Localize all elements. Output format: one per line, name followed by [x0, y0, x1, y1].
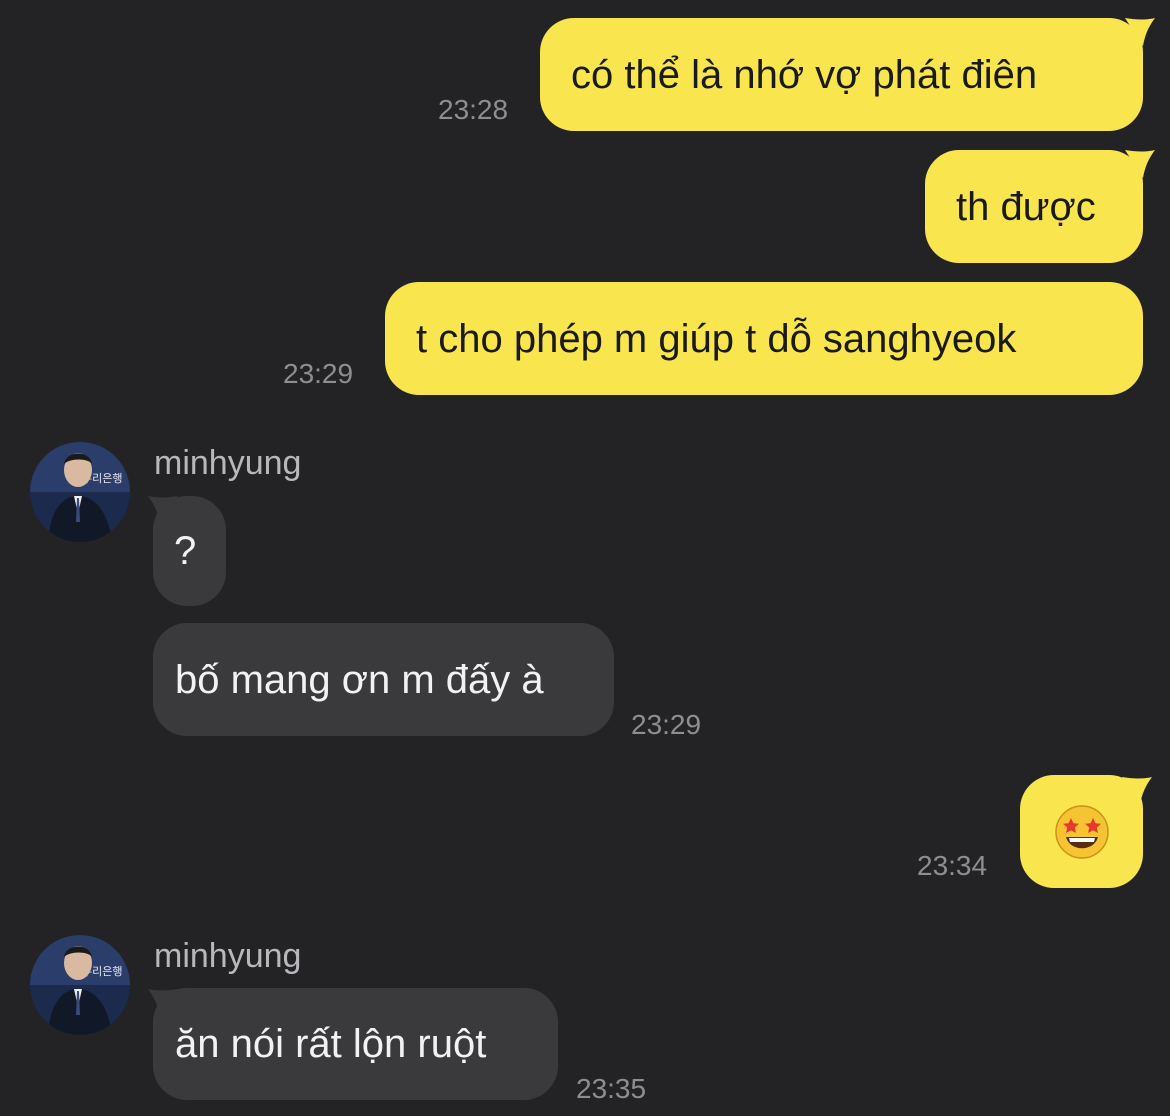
timestamp: 23:29: [631, 709, 702, 740]
sender-name: minhyung: [154, 937, 302, 975]
message-text: bố mang ơn m đấy à: [175, 657, 544, 702]
profile-photo-icon: 우리은행: [30, 442, 130, 542]
message-text: ?: [174, 529, 197, 573]
timestamp: 23:28: [438, 94, 509, 125]
incoming-message-bubble[interactable]: bố mang ơn m đấy à: [153, 623, 614, 736]
incoming-message-bubble[interactable]: ?: [153, 496, 226, 606]
avatar[interactable]: 우리은행: [30, 442, 130, 542]
message-text: ăn nói rất lộn ruột: [175, 1022, 487, 1066]
avatar[interactable]: 우리은행: [30, 935, 130, 1035]
outgoing-message-bubble[interactable]: th được: [925, 150, 1143, 263]
timestamp: 23:35: [576, 1073, 647, 1104]
profile-photo-icon: 우리은행: [30, 935, 130, 1035]
outgoing-message-bubble[interactable]: có thể là nhớ vợ phát điên: [540, 18, 1143, 131]
timestamp: 23:29: [283, 358, 354, 389]
timestamp: 23:34: [917, 850, 988, 881]
sender-name: minhyung: [154, 444, 302, 482]
bubble-tail: [1125, 150, 1155, 178]
outgoing-message-bubble[interactable]: t cho phép m giúp t dỗ sanghyeok: [385, 282, 1143, 395]
incoming-message-bubble[interactable]: ăn nói rất lộn ruột: [153, 988, 558, 1100]
bubble-tail: [1125, 18, 1155, 46]
message-text: th được: [956, 184, 1096, 229]
chat-thread: có thể là nhớ vợ phát điên 23:28 th được…: [0, 0, 1170, 1116]
message-text: t cho phép m giúp t dỗ sanghyeok: [416, 316, 1017, 361]
bubble-tail: [1122, 777, 1152, 805]
message-text: có thể là nhớ vợ phát điên: [571, 52, 1038, 97]
star-struck-emoji-icon: [1054, 804, 1109, 859]
